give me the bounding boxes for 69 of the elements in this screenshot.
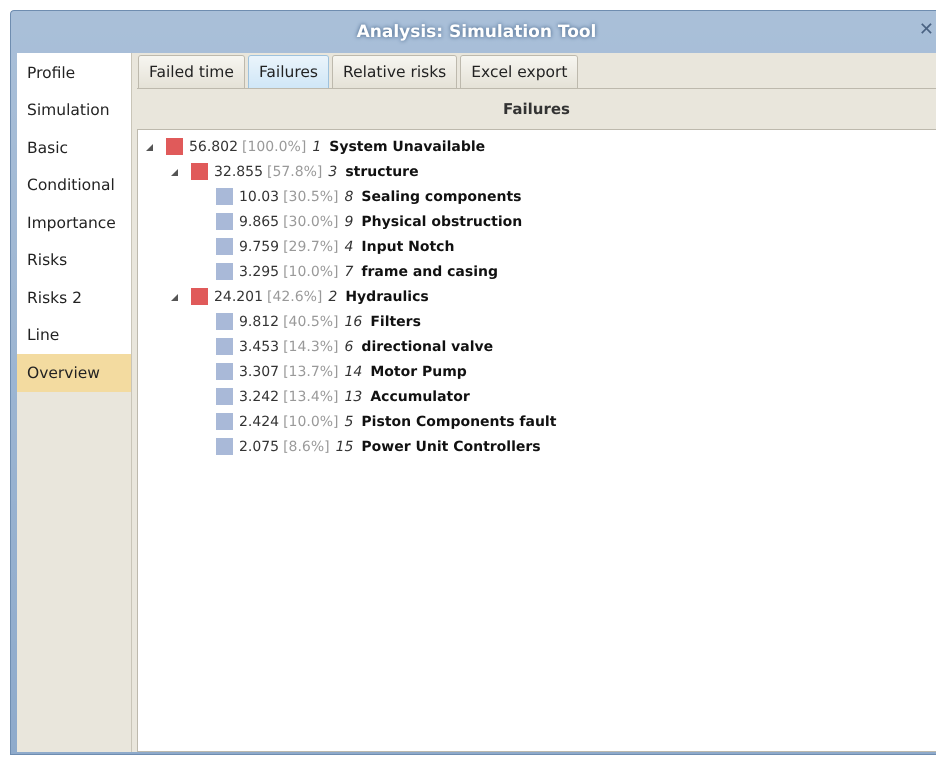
failure-name[interactable]: Input Notch <box>361 238 454 254</box>
tab[interactable]: Failed time <box>138 55 245 88</box>
failure-index: 14 <box>344 364 362 380</box>
failure-index: 13 <box>344 388 362 404</box>
failure-index: 15 <box>336 438 354 454</box>
failure-index: 7 <box>344 264 354 280</box>
sidebar-item[interactable]: Basic <box>17 129 131 166</box>
sidebar-item[interactable]: Importance <box>17 204 131 242</box>
tab[interactable]: Excel export <box>460 55 578 88</box>
failure-name[interactable]: Hydraulics <box>345 288 429 304</box>
failure-index: 9 <box>344 214 354 230</box>
failure-name[interactable]: Filters <box>370 314 421 330</box>
failure-value: 32.855 <box>214 164 263 180</box>
failure-name[interactable]: Power Unit Controllers <box>361 438 541 454</box>
failure-percent: [8.6%] <box>283 438 330 454</box>
failure-value: 10.03 <box>239 188 280 204</box>
sidebar-item[interactable]: Profile <box>17 54 131 92</box>
failure-percent: [100.0%] <box>242 138 306 154</box>
failure-index: 1 <box>312 138 322 154</box>
sidebar-item[interactable]: Risks <box>17 242 131 279</box>
failure-percent: [40.5%] <box>283 314 338 330</box>
failure-name[interactable]: Physical obstruction <box>361 214 522 230</box>
failure-percent: [10.0%] <box>283 414 338 430</box>
failure-value: 3.295 <box>239 264 280 280</box>
sidebar-item[interactable]: Line <box>17 316 131 354</box>
failure-name[interactable]: Piston Components fault <box>361 414 556 430</box>
failure-percent: [10.0%] <box>283 264 338 280</box>
tab[interactable]: Failures <box>248 55 330 88</box>
failure-value: 3.453 <box>239 338 280 354</box>
failure-percent: [29.7%] <box>283 238 338 254</box>
failure-percent: [13.4%] <box>283 388 338 404</box>
failure-index: 6 <box>344 338 354 354</box>
sidebar-item[interactable]: Overview <box>17 354 131 392</box>
failure-name[interactable]: Motor Pump <box>370 364 467 380</box>
failure-name[interactable]: Sealing components <box>361 188 522 204</box>
sidebar-item[interactable]: Simulation <box>17 92 131 129</box>
failure-value: 9.865 <box>239 214 280 230</box>
failure-index: 2 <box>328 288 338 304</box>
failure-index: 4 <box>344 238 354 254</box>
failure-value: 2.075 <box>239 438 280 454</box>
failure-percent: [30.0%] <box>283 214 338 230</box>
failure-index: 3 <box>328 164 338 180</box>
failure-percent: [30.5%] <box>283 188 338 204</box>
failure-value: 56.802 <box>189 138 238 154</box>
failure-value: 24.201 <box>214 288 263 304</box>
failure-name[interactable]: frame and casing <box>361 264 498 280</box>
window-title: Analysis: Simulation Tool <box>356 22 596 42</box>
failure-value: 9.759 <box>239 238 280 254</box>
failure-value: 9.812 <box>239 314 280 330</box>
failure-percent: [42.6%] <box>267 288 322 304</box>
failure-percent: [57.8%] <box>267 164 322 180</box>
failure-name[interactable]: Accumulator <box>370 388 470 404</box>
failure-index: 8 <box>344 188 354 204</box>
failure-name[interactable]: directional valve <box>361 338 494 354</box>
failure-index: 16 <box>344 314 362 330</box>
collapse-triangle-icon[interactable] <box>169 292 179 302</box>
failure-value: 2.424 <box>239 414 280 430</box>
sidebar-item[interactable]: Risks 2 <box>17 279 131 316</box>
collapse-triangle-icon[interactable] <box>169 166 179 176</box>
failure-name[interactable]: structure <box>345 164 419 180</box>
failure-percent: [13.7%] <box>283 364 338 380</box>
failure-index: 5 <box>344 414 354 430</box>
failure-value: 3.242 <box>239 388 280 404</box>
failure-percent: [14.3%] <box>283 338 338 354</box>
collapse-triangle-icon[interactable] <box>144 142 154 152</box>
sidebar-item[interactable]: Conditional <box>17 166 131 204</box>
tab[interactable]: Relative risks <box>332 55 458 88</box>
failure-name[interactable]: System Unavailable <box>329 138 486 154</box>
failure-value: 3.307 <box>239 364 280 380</box>
